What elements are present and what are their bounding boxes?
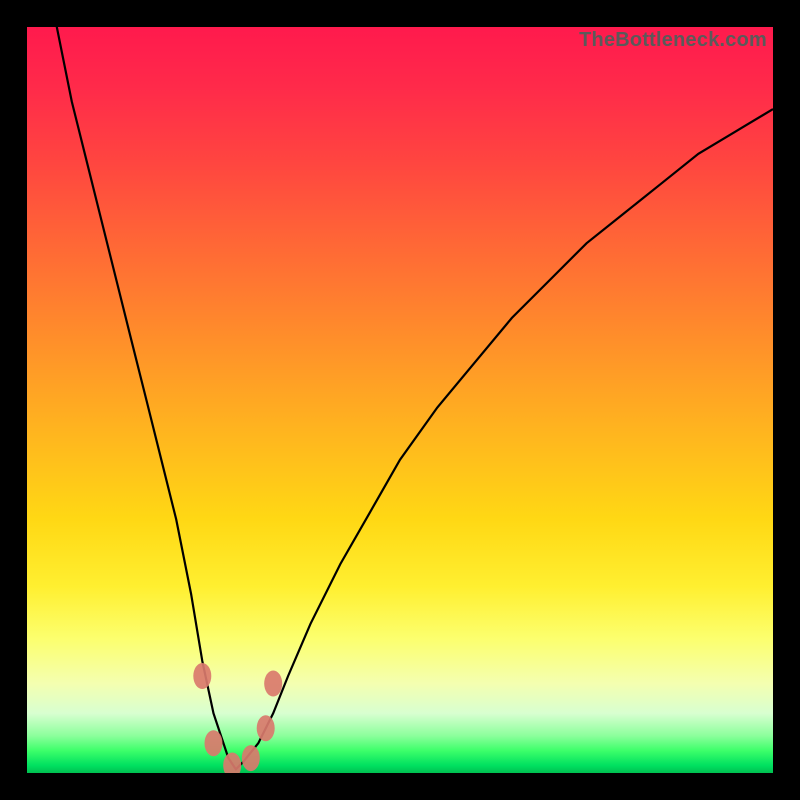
data-point xyxy=(223,753,241,774)
bottleneck-curve xyxy=(42,27,773,769)
data-point xyxy=(264,671,282,697)
plot-area: TheBottleneck.com xyxy=(27,27,773,773)
data-point xyxy=(205,730,223,756)
chart-frame: TheBottleneck.com xyxy=(0,0,800,800)
data-point xyxy=(193,663,211,689)
curve-data-points xyxy=(193,663,282,773)
chart-svg xyxy=(27,27,773,773)
data-point xyxy=(242,745,260,771)
data-point xyxy=(257,715,275,741)
